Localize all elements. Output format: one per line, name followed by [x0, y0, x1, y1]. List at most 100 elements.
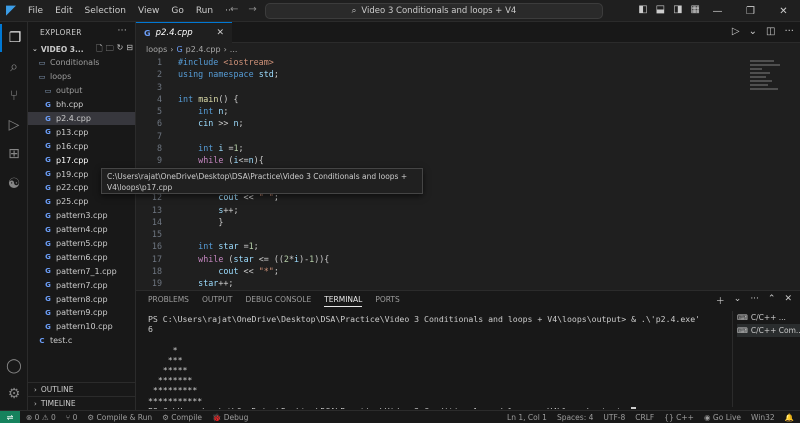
tree-file[interactable]: Gpattern9.cpp: [28, 306, 135, 320]
explorer-sidebar: EXPLORER ··· ⌄ VIDEO 3... 🗋 🗀 ↻ ⊟ ▭ Condi…: [28, 22, 136, 410]
tree-file[interactable]: Gpattern4.cpp: [28, 223, 135, 237]
new-file-icon[interactable]: 🗋: [96, 43, 102, 57]
tree-item-label: pattern8.cpp: [56, 294, 108, 304]
search-view-icon[interactable]: ⌕: [0, 53, 28, 81]
run-dropdown-icon[interactable]: ⌄: [749, 26, 757, 37]
tree-file[interactable]: Gpattern7.cpp: [28, 278, 135, 292]
customize-layout-icon[interactable]: ▦: [691, 4, 700, 15]
ports-status[interactable]: ⑂ 0: [66, 413, 78, 422]
go-live-button[interactable]: ◉ Go Live: [704, 413, 741, 422]
encoding[interactable]: UTF-8: [603, 413, 625, 422]
tree-file[interactable]: Gpattern10.cpp: [28, 320, 135, 334]
terminal-instance[interactable]: ⌨ C/C++ ...: [737, 311, 800, 324]
explorer-files-icon[interactable]: ❐: [0, 24, 28, 52]
extensions-icon[interactable]: ⊞: [0, 140, 28, 168]
command-center-search[interactable]: ⌕ Video 3 Conditionals and loops + V4: [265, 3, 603, 19]
cursor-position[interactable]: Ln 1, Col 1: [507, 413, 547, 422]
tree-file[interactable]: Gbh.cpp: [28, 98, 135, 112]
source-control-icon[interactable]: ⑂: [0, 82, 28, 110]
tree-file[interactable]: Gp16.cpp: [28, 139, 135, 153]
toggle-sidebar-icon[interactable]: ◧: [638, 4, 647, 15]
indentation[interactable]: Spaces: 4: [557, 413, 593, 422]
menu-edit[interactable]: Edit: [49, 6, 78, 16]
line-number: 14: [151, 216, 162, 227]
tree-file[interactable]: Gpattern3.cpp: [28, 209, 135, 223]
compile-button[interactable]: ⚙ Compile: [162, 413, 202, 422]
close-tab-icon[interactable]: ✕: [216, 28, 224, 38]
terminal-list: ⌨ C/C++ ... ⌨ C/C++ Com...: [732, 311, 800, 407]
settings-gear-icon[interactable]: ⚙: [0, 380, 28, 408]
restore-icon[interactable]: ❐: [734, 0, 767, 22]
collapse-all-icon[interactable]: ⊟: [126, 43, 133, 57]
back-arrow-icon[interactable]: ←: [230, 4, 238, 15]
toggle-secondary-sidebar-icon[interactable]: ◨: [673, 4, 682, 15]
explorer-title: EXPLORER: [40, 27, 82, 37]
code-text: int main() {: [178, 93, 239, 104]
tree-file[interactable]: Gpattern8.cpp: [28, 292, 135, 306]
tree-file[interactable]: Gp2.4.cpp: [28, 111, 135, 126]
tree-folder[interactable]: ▭ loops: [28, 70, 135, 84]
line-number: 15: [151, 229, 162, 240]
maximize-panel-icon[interactable]: ⌃: [768, 294, 776, 307]
tree-file[interactable]: Gpattern7_1.cpp: [28, 264, 135, 278]
tab-ports[interactable]: PORTS: [375, 295, 399, 307]
editor-actions: ▷ ⌄ ◫ ···: [732, 26, 794, 37]
tree-folder[interactable]: ▭ output: [28, 84, 135, 98]
menu-file[interactable]: File: [22, 6, 49, 16]
language-mode[interactable]: {} C++: [664, 413, 694, 422]
notifications-bell-icon[interactable]: 🔔: [785, 413, 794, 422]
compile-run-button[interactable]: ⚙ Compile & Run: [87, 413, 152, 422]
tree-file[interactable]: Gp17.cpp: [28, 153, 135, 167]
tab-output[interactable]: OUTPUT: [202, 295, 233, 307]
tree-file[interactable]: Gpattern6.cpp: [28, 250, 135, 264]
tree-file[interactable]: Gpattern5.cpp: [28, 237, 135, 251]
close-window-icon[interactable]: ✕: [767, 0, 800, 22]
debug-button[interactable]: 🐞 Debug: [212, 413, 248, 422]
run-code-icon[interactable]: ▷: [732, 26, 740, 37]
terminal-output[interactable]: PS C:\Users\rajat\OneDrive\Desktop\DSA\P…: [148, 314, 723, 409]
more-actions-icon[interactable]: ···: [784, 26, 794, 37]
cpp-file-icon: G: [144, 28, 151, 38]
tab-problems[interactable]: PROBLEMS: [148, 295, 189, 307]
remote-indicator-icon[interactable]: ⇌: [0, 410, 20, 423]
more-actions-icon[interactable]: ···: [750, 294, 759, 307]
platform[interactable]: Win32: [751, 413, 775, 422]
terminal-instance[interactable]: ⌨ C/C++ Com...: [737, 324, 800, 337]
code-line: 9 while (i<=n){: [136, 154, 800, 166]
workspace-folder[interactable]: ⌄ VIDEO 3... 🗋 🗀 ↻ ⊟: [28, 42, 135, 56]
new-folder-icon[interactable]: 🗀: [106, 43, 114, 57]
timeline-section[interactable]: › TIMELINE: [28, 396, 135, 410]
tree-file[interactable]: Ctest.c: [28, 334, 135, 348]
python-icon[interactable]: ☯: [0, 170, 28, 198]
code-text: while (star <= ((2*i)-1)){: [198, 253, 330, 264]
tree-folder[interactable]: ▭ Conditionals: [28, 56, 135, 70]
forward-arrow-icon[interactable]: →: [248, 4, 256, 15]
menu-go[interactable]: Go: [165, 6, 189, 16]
breadcrumb-symbol[interactable]: ...: [230, 45, 238, 54]
problems-status[interactable]: ⊗ 0 ⚠ 0: [26, 413, 56, 422]
terminal-dropdown-icon[interactable]: ⌄: [734, 294, 742, 307]
run-debug-icon[interactable]: ▷: [0, 111, 28, 139]
minimize-icon[interactable]: —: [701, 0, 734, 22]
tree-file[interactable]: Gp13.cpp: [28, 125, 135, 139]
tree-file[interactable]: Gp25.cpp: [28, 195, 135, 209]
breadcrumb-folder[interactable]: loops: [146, 45, 167, 54]
breadcrumb-file[interactable]: p2.4.cpp: [186, 45, 221, 54]
minimap[interactable]: [750, 58, 790, 118]
cpp-file-icon: G: [45, 295, 51, 304]
tab-p2-4-cpp[interactable]: G p2.4.cpp ✕: [136, 22, 232, 43]
tab-terminal[interactable]: TERMINAL: [324, 295, 363, 307]
menu-view[interactable]: View: [132, 6, 165, 16]
account-icon[interactable]: ◯: [0, 352, 28, 380]
explorer-more-icon[interactable]: ···: [118, 26, 127, 36]
toggle-panel-icon[interactable]: ⬓: [656, 4, 665, 15]
tab-debug-console[interactable]: DEBUG CONSOLE: [246, 295, 312, 307]
refresh-icon[interactable]: ↻: [117, 43, 124, 57]
new-terminal-icon[interactable]: ＋: [716, 294, 725, 307]
close-panel-icon[interactable]: ✕: [784, 294, 792, 307]
outline-section[interactable]: › OUTLINE: [28, 382, 135, 396]
split-editor-icon[interactable]: ◫: [766, 26, 775, 37]
line-endings[interactable]: CRLF: [635, 413, 654, 422]
menu-selection[interactable]: Selection: [79, 6, 132, 16]
menu-run[interactable]: Run: [190, 6, 219, 16]
